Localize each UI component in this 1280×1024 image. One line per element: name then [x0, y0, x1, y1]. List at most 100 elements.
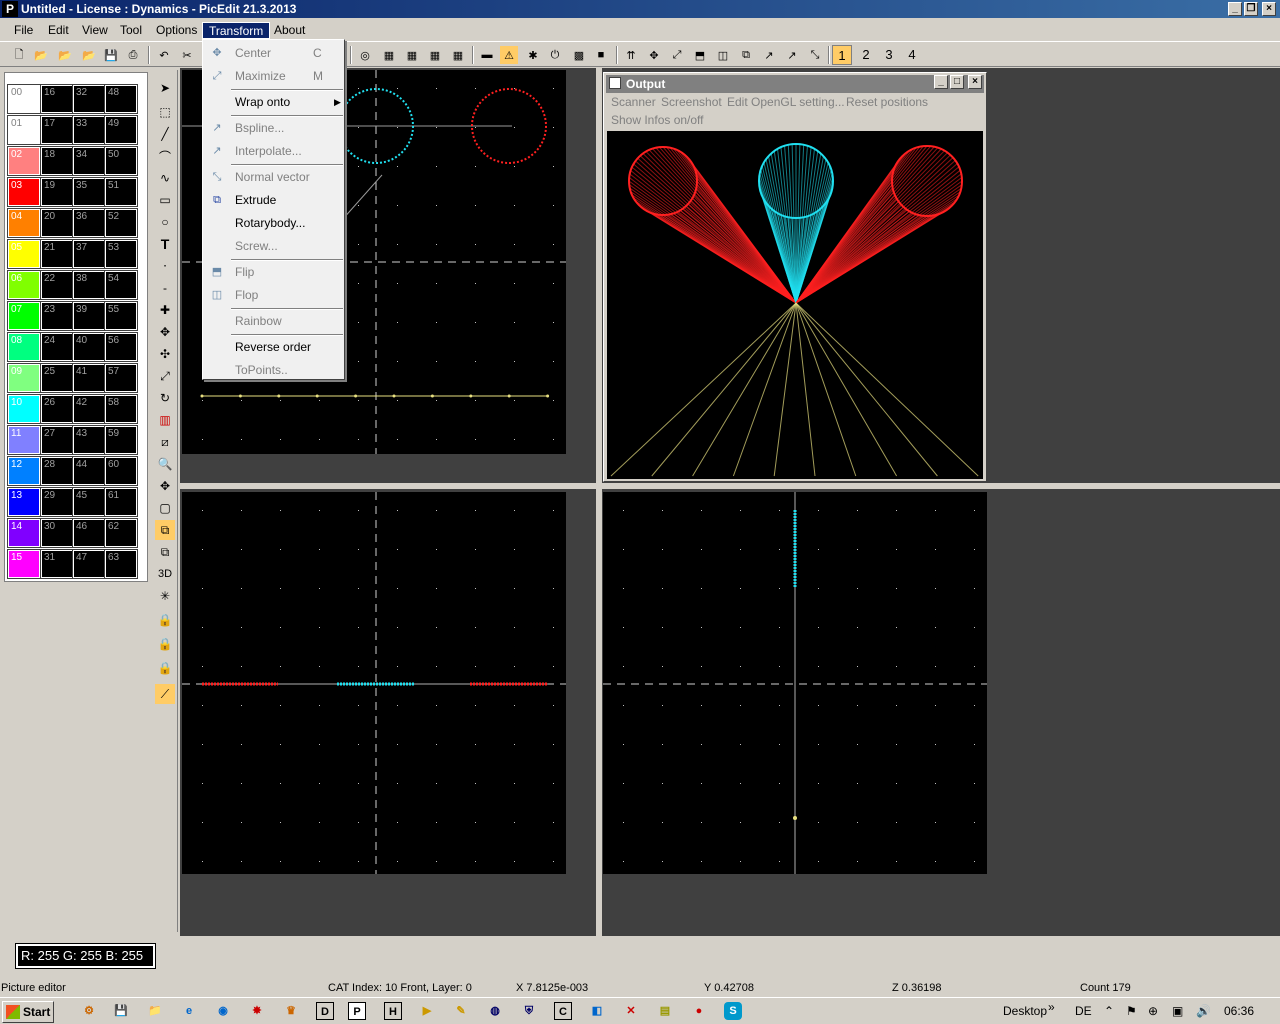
- output-menu-scanner[interactable]: Scanner: [611, 95, 656, 109]
- palette-swatch[interactable]: 14: [7, 518, 41, 548]
- palette-swatch[interactable]: 27: [40, 425, 74, 455]
- palette-swatch[interactable]: 12: [7, 456, 41, 486]
- palette-swatch[interactable]: 22: [40, 270, 74, 300]
- zoom-tool-icon[interactable]: 🔍: [155, 454, 175, 474]
- crown-quicklaunch-icon[interactable]: ♛: [282, 1002, 300, 1020]
- film-red-icon[interactable]: ▦: [426, 46, 444, 64]
- palette-swatch[interactable]: 06: [7, 270, 41, 300]
- pan-tool-icon[interactable]: ✥: [155, 476, 175, 496]
- palette-swatch[interactable]: 56: [104, 332, 138, 362]
- output-menu-reset[interactable]: Reset positions: [846, 95, 928, 109]
- menu-options[interactable]: Options: [150, 22, 203, 39]
- desktop-toolbar-label[interactable]: Desktop: [1003, 1004, 1047, 1018]
- add-point-icon[interactable]: ✚: [155, 300, 175, 320]
- measure-tool-icon[interactable]: ⟋: [155, 684, 175, 704]
- transform-menu-item[interactable]: Reverse order: [204, 336, 343, 358]
- record-taskbar-icon[interactable]: ●: [690, 1002, 708, 1020]
- mirror-tool-icon[interactable]: ⧄: [155, 432, 175, 452]
- palette-swatch[interactable]: 37: [72, 239, 106, 269]
- palette-swatch[interactable]: 16: [40, 84, 74, 114]
- app-quicklaunch-icon[interactable]: ⚙: [80, 1002, 98, 1020]
- palette-swatch[interactable]: 46: [72, 518, 106, 548]
- palette-swatch[interactable]: 51: [104, 177, 138, 207]
- palette-swatch[interactable]: 07: [7, 301, 41, 331]
- palette-swatch[interactable]: 19: [40, 177, 74, 207]
- palette-swatch[interactable]: 54: [104, 270, 138, 300]
- palette-swatch[interactable]: 55: [104, 301, 138, 331]
- output-menu-infos[interactable]: Show Infos on/off: [611, 113, 704, 127]
- open-recent-icon[interactable]: 📂: [56, 46, 74, 64]
- palette-swatch[interactable]: 62: [104, 518, 138, 548]
- dash-tool-icon[interactable]: ‐: [155, 278, 175, 298]
- palette-swatch[interactable]: 36: [72, 208, 106, 238]
- palette-swatch[interactable]: 11: [7, 425, 41, 455]
- palette-swatch[interactable]: 25: [40, 363, 74, 393]
- curve-tool-icon[interactable]: ∿: [155, 168, 175, 188]
- transform-menu-item[interactable]: Extrude ⧉: [204, 189, 343, 211]
- palette-swatch[interactable]: 58: [104, 394, 138, 424]
- cube-select-icon[interactable]: ⧉: [155, 520, 175, 540]
- folder-quicklaunch-icon[interactable]: 📁: [146, 1002, 164, 1020]
- palette-swatch[interactable]: 17: [40, 115, 74, 145]
- menu-view[interactable]: View: [76, 22, 114, 39]
- flag-tray-icon[interactable]: ⚑: [1126, 1004, 1137, 1018]
- picedit-taskbar-icon[interactable]: P: [348, 1002, 366, 1020]
- clock[interactable]: 06:36: [1224, 1004, 1254, 1018]
- palette-swatch[interactable]: 03: [7, 177, 41, 207]
- volume-tray-icon[interactable]: 🔊: [1196, 1004, 1211, 1018]
- minimize-button[interactable]: _: [1228, 2, 1242, 16]
- palette-swatch[interactable]: 59: [104, 425, 138, 455]
- palette-swatch[interactable]: 31: [40, 549, 74, 579]
- menu-tool[interactable]: Tool: [114, 22, 148, 39]
- palette-swatch[interactable]: 26: [40, 394, 74, 424]
- output-close-button[interactable]: ×: [968, 75, 982, 89]
- monitor-tray-icon[interactable]: ▣: [1172, 1004, 1183, 1018]
- restore-button[interactable]: ❐: [1244, 2, 1258, 16]
- vertical-splitter[interactable]: [596, 68, 602, 936]
- palette-swatch[interactable]: 10: [7, 394, 41, 424]
- lock-x-icon[interactable]: 🔒: [155, 610, 175, 630]
- horizontal-splitter[interactable]: [180, 483, 1280, 489]
- text-tool-icon[interactable]: T: [155, 234, 175, 254]
- palette-swatch[interactable]: 63: [104, 549, 138, 579]
- browser-quicklaunch-icon[interactable]: ◉: [214, 1002, 232, 1020]
- palette-swatch[interactable]: 61: [104, 487, 138, 517]
- transform-menu-item[interactable]: Flip ⬒: [204, 261, 343, 283]
- palette-swatch[interactable]: 00: [7, 84, 41, 114]
- skype-taskbar-icon[interactable]: S: [724, 1002, 742, 1020]
- view-1-button[interactable]: 1: [832, 45, 852, 65]
- grid-icon[interactable]: ▩: [570, 46, 588, 64]
- transform-menu-item[interactable]: Center ✥ C: [204, 42, 343, 64]
- palette-swatch[interactable]: 15: [7, 549, 41, 579]
- close-button[interactable]: ×: [1262, 2, 1276, 16]
- transform-menu-item[interactable]: Rotarybody...: [204, 212, 343, 234]
- warning-icon[interactable]: ⚠: [500, 46, 518, 64]
- arc-tool-icon[interactable]: ⌒: [155, 146, 175, 166]
- palette-swatch[interactable]: 13: [7, 487, 41, 517]
- screen-icon[interactable]: ■: [592, 46, 610, 64]
- palette-swatch[interactable]: 45: [72, 487, 106, 517]
- tool-quicklaunch-icon[interactable]: ✸: [248, 1002, 266, 1020]
- print-icon[interactable]: ⎙: [124, 46, 142, 64]
- palette-swatch[interactable]: 53: [104, 239, 138, 269]
- transform-menu-item[interactable]: Interpolate... ↗: [204, 140, 343, 162]
- open-folder-icon[interactable]: 📂: [80, 46, 98, 64]
- move-tool-icon[interactable]: ✥: [155, 322, 175, 342]
- extrude-icon[interactable]: ⧉: [737, 46, 755, 64]
- color-bars-icon[interactable]: ▥: [155, 410, 175, 430]
- palette-swatch[interactable]: 47: [72, 549, 106, 579]
- palette-swatch[interactable]: 48: [104, 84, 138, 114]
- view-4-button[interactable]: 4: [902, 45, 922, 65]
- palette-swatch[interactable]: 57: [104, 363, 138, 393]
- d-app-taskbar-icon[interactable]: D: [316, 1002, 334, 1020]
- film-delete-icon[interactable]: ▦: [449, 46, 467, 64]
- output-menu-opengl[interactable]: Edit OpenGL setting...: [727, 95, 845, 109]
- tray-expand-icon[interactable]: ⌃: [1104, 1004, 1114, 1018]
- palette-swatch[interactable]: 23: [40, 301, 74, 331]
- palette-swatch[interactable]: 29: [40, 487, 74, 517]
- menu-file[interactable]: File: [8, 22, 39, 39]
- new-file-icon[interactable]: 🗋: [10, 46, 28, 64]
- pin-taskbar-icon[interactable]: ✎: [452, 1002, 470, 1020]
- point-tool-icon[interactable]: ⋅: [155, 256, 175, 276]
- interpolate-icon[interactable]: ↗: [783, 46, 801, 64]
